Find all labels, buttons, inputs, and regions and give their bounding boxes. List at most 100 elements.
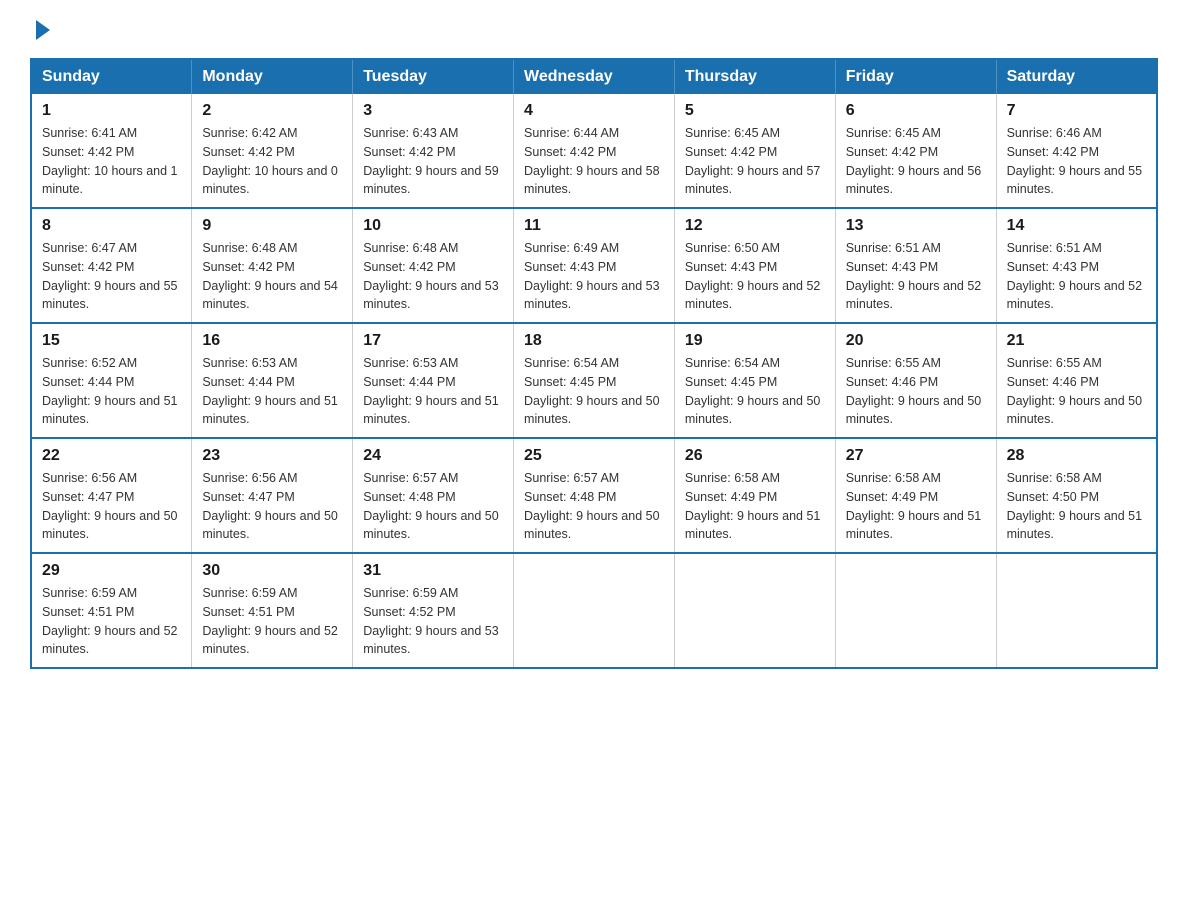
day-number: 23: [202, 447, 342, 465]
week-row-1: 1 Sunrise: 6:41 AMSunset: 4:42 PMDayligh…: [31, 94, 1157, 208]
day-cell-26: 26 Sunrise: 6:58 AMSunset: 4:49 PMDaylig…: [674, 438, 835, 553]
day-info: Sunrise: 6:46 AMSunset: 4:42 PMDaylight:…: [1007, 124, 1146, 199]
day-info: Sunrise: 6:56 AMSunset: 4:47 PMDaylight:…: [42, 469, 181, 544]
weekday-header-tuesday: Tuesday: [353, 59, 514, 94]
day-info: Sunrise: 6:48 AMSunset: 4:42 PMDaylight:…: [202, 239, 342, 314]
day-number: 5: [685, 102, 825, 120]
day-number: 29: [42, 562, 181, 580]
day-cell-15: 15 Sunrise: 6:52 AMSunset: 4:44 PMDaylig…: [31, 323, 192, 438]
day-cell-22: 22 Sunrise: 6:56 AMSunset: 4:47 PMDaylig…: [31, 438, 192, 553]
day-number: 18: [524, 332, 664, 350]
day-info: Sunrise: 6:55 AMSunset: 4:46 PMDaylight:…: [1007, 354, 1146, 429]
day-number: 12: [685, 217, 825, 235]
day-number: 11: [524, 217, 664, 235]
empty-cell: [835, 553, 996, 668]
day-cell-24: 24 Sunrise: 6:57 AMSunset: 4:48 PMDaylig…: [353, 438, 514, 553]
day-info: Sunrise: 6:53 AMSunset: 4:44 PMDaylight:…: [202, 354, 342, 429]
day-cell-18: 18 Sunrise: 6:54 AMSunset: 4:45 PMDaylig…: [514, 323, 675, 438]
day-info: Sunrise: 6:41 AMSunset: 4:42 PMDaylight:…: [42, 124, 181, 199]
weekday-header-thursday: Thursday: [674, 59, 835, 94]
day-number: 14: [1007, 217, 1146, 235]
day-number: 28: [1007, 447, 1146, 465]
day-info: Sunrise: 6:56 AMSunset: 4:47 PMDaylight:…: [202, 469, 342, 544]
week-row-3: 15 Sunrise: 6:52 AMSunset: 4:44 PMDaylig…: [31, 323, 1157, 438]
weekday-header-row: SundayMondayTuesdayWednesdayThursdayFrid…: [31, 59, 1157, 94]
day-info: Sunrise: 6:57 AMSunset: 4:48 PMDaylight:…: [524, 469, 664, 544]
day-cell-19: 19 Sunrise: 6:54 AMSunset: 4:45 PMDaylig…: [674, 323, 835, 438]
day-info: Sunrise: 6:54 AMSunset: 4:45 PMDaylight:…: [685, 354, 825, 429]
weekday-header-wednesday: Wednesday: [514, 59, 675, 94]
day-info: Sunrise: 6:42 AMSunset: 4:42 PMDaylight:…: [202, 124, 342, 199]
day-info: Sunrise: 6:44 AMSunset: 4:42 PMDaylight:…: [524, 124, 664, 199]
day-number: 13: [846, 217, 986, 235]
day-info: Sunrise: 6:50 AMSunset: 4:43 PMDaylight:…: [685, 239, 825, 314]
day-number: 21: [1007, 332, 1146, 350]
logo: [30, 20, 50, 38]
day-cell-25: 25 Sunrise: 6:57 AMSunset: 4:48 PMDaylig…: [514, 438, 675, 553]
weekday-header-monday: Monday: [192, 59, 353, 94]
day-number: 26: [685, 447, 825, 465]
day-number: 2: [202, 102, 342, 120]
day-number: 30: [202, 562, 342, 580]
day-number: 15: [42, 332, 181, 350]
day-cell-29: 29 Sunrise: 6:59 AMSunset: 4:51 PMDaylig…: [31, 553, 192, 668]
day-info: Sunrise: 6:58 AMSunset: 4:49 PMDaylight:…: [685, 469, 825, 544]
day-cell-2: 2 Sunrise: 6:42 AMSunset: 4:42 PMDayligh…: [192, 94, 353, 208]
day-info: Sunrise: 6:43 AMSunset: 4:42 PMDaylight:…: [363, 124, 503, 199]
day-cell-13: 13 Sunrise: 6:51 AMSunset: 4:43 PMDaylig…: [835, 208, 996, 323]
day-number: 3: [363, 102, 503, 120]
day-cell-21: 21 Sunrise: 6:55 AMSunset: 4:46 PMDaylig…: [996, 323, 1157, 438]
day-number: 16: [202, 332, 342, 350]
day-cell-20: 20 Sunrise: 6:55 AMSunset: 4:46 PMDaylig…: [835, 323, 996, 438]
day-cell-30: 30 Sunrise: 6:59 AMSunset: 4:51 PMDaylig…: [192, 553, 353, 668]
day-info: Sunrise: 6:59 AMSunset: 4:51 PMDaylight:…: [42, 584, 181, 659]
day-cell-11: 11 Sunrise: 6:49 AMSunset: 4:43 PMDaylig…: [514, 208, 675, 323]
week-row-2: 8 Sunrise: 6:47 AMSunset: 4:42 PMDayligh…: [31, 208, 1157, 323]
day-cell-14: 14 Sunrise: 6:51 AMSunset: 4:43 PMDaylig…: [996, 208, 1157, 323]
day-info: Sunrise: 6:48 AMSunset: 4:42 PMDaylight:…: [363, 239, 503, 314]
day-cell-16: 16 Sunrise: 6:53 AMSunset: 4:44 PMDaylig…: [192, 323, 353, 438]
day-number: 1: [42, 102, 181, 120]
logo-arrow-icon: [36, 20, 50, 40]
weekday-header-friday: Friday: [835, 59, 996, 94]
empty-cell: [514, 553, 675, 668]
day-cell-6: 6 Sunrise: 6:45 AMSunset: 4:42 PMDayligh…: [835, 94, 996, 208]
page-header: [30, 20, 1158, 38]
day-number: 6: [846, 102, 986, 120]
day-number: 19: [685, 332, 825, 350]
day-cell-27: 27 Sunrise: 6:58 AMSunset: 4:49 PMDaylig…: [835, 438, 996, 553]
day-cell-8: 8 Sunrise: 6:47 AMSunset: 4:42 PMDayligh…: [31, 208, 192, 323]
day-cell-5: 5 Sunrise: 6:45 AMSunset: 4:42 PMDayligh…: [674, 94, 835, 208]
day-number: 27: [846, 447, 986, 465]
day-cell-23: 23 Sunrise: 6:56 AMSunset: 4:47 PMDaylig…: [192, 438, 353, 553]
day-info: Sunrise: 6:55 AMSunset: 4:46 PMDaylight:…: [846, 354, 986, 429]
week-row-4: 22 Sunrise: 6:56 AMSunset: 4:47 PMDaylig…: [31, 438, 1157, 553]
day-info: Sunrise: 6:58 AMSunset: 4:49 PMDaylight:…: [846, 469, 986, 544]
day-cell-12: 12 Sunrise: 6:50 AMSunset: 4:43 PMDaylig…: [674, 208, 835, 323]
day-info: Sunrise: 6:57 AMSunset: 4:48 PMDaylight:…: [363, 469, 503, 544]
day-info: Sunrise: 6:52 AMSunset: 4:44 PMDaylight:…: [42, 354, 181, 429]
day-cell-7: 7 Sunrise: 6:46 AMSunset: 4:42 PMDayligh…: [996, 94, 1157, 208]
day-info: Sunrise: 6:51 AMSunset: 4:43 PMDaylight:…: [1007, 239, 1146, 314]
day-cell-17: 17 Sunrise: 6:53 AMSunset: 4:44 PMDaylig…: [353, 323, 514, 438]
day-number: 4: [524, 102, 664, 120]
day-cell-1: 1 Sunrise: 6:41 AMSunset: 4:42 PMDayligh…: [31, 94, 192, 208]
day-info: Sunrise: 6:54 AMSunset: 4:45 PMDaylight:…: [524, 354, 664, 429]
empty-cell: [674, 553, 835, 668]
day-cell-3: 3 Sunrise: 6:43 AMSunset: 4:42 PMDayligh…: [353, 94, 514, 208]
day-info: Sunrise: 6:51 AMSunset: 4:43 PMDaylight:…: [846, 239, 986, 314]
empty-cell: [996, 553, 1157, 668]
day-number: 20: [846, 332, 986, 350]
day-number: 31: [363, 562, 503, 580]
day-info: Sunrise: 6:47 AMSunset: 4:42 PMDaylight:…: [42, 239, 181, 314]
weekday-header-sunday: Sunday: [31, 59, 192, 94]
day-info: Sunrise: 6:45 AMSunset: 4:42 PMDaylight:…: [846, 124, 986, 199]
day-cell-28: 28 Sunrise: 6:58 AMSunset: 4:50 PMDaylig…: [996, 438, 1157, 553]
day-number: 10: [363, 217, 503, 235]
day-info: Sunrise: 6:58 AMSunset: 4:50 PMDaylight:…: [1007, 469, 1146, 544]
day-info: Sunrise: 6:45 AMSunset: 4:42 PMDaylight:…: [685, 124, 825, 199]
day-number: 24: [363, 447, 503, 465]
day-number: 9: [202, 217, 342, 235]
calendar-table: SundayMondayTuesdayWednesdayThursdayFrid…: [30, 58, 1158, 669]
day-cell-9: 9 Sunrise: 6:48 AMSunset: 4:42 PMDayligh…: [192, 208, 353, 323]
